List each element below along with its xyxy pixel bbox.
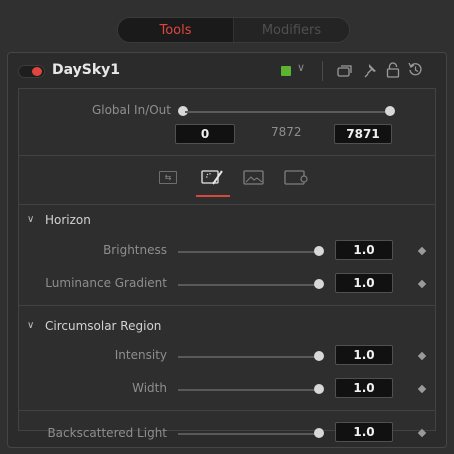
node-title[interactable]: DaySky1 [52,62,120,78]
header-divider [322,61,323,81]
brightness-field[interactable]: 1.0 [335,240,393,260]
settings-icon[interactable] [284,170,310,186]
brightness-slider-handle[interactable] [314,246,324,256]
luminance-gradient-slider[interactable] [178,284,321,286]
divider [19,204,435,205]
luminance-gradient-field[interactable]: 1.0 [335,273,393,293]
tab-tools[interactable]: Tools [118,18,233,42]
width-slider[interactable] [178,389,321,391]
chevron-down-icon[interactable]: ∨ [27,320,34,331]
width-label: Width [132,381,167,395]
backscattered-light-field[interactable]: 1.0 [335,422,393,442]
backscattered-light-slider-handle[interactable] [314,428,324,438]
intensity-slider[interactable] [178,356,321,358]
active-subtab-indicator [196,195,230,197]
section-horizon-title[interactable]: Horizon [45,213,91,227]
node-enable-toggle[interactable] [18,65,45,78]
global-duration-value: 7872 [271,125,302,139]
intensity-label: Intensity [114,348,167,362]
reset-icon[interactable] [408,62,423,77]
width-slider-handle[interactable] [314,384,324,394]
luminance-gradient-slider-handle[interactable] [314,279,324,289]
luminance-gradient-label: Luminance Gradient [45,276,167,290]
versions-icon[interactable] [337,64,353,78]
section-circumsolar-title[interactable]: Circumsolar Region [45,319,161,333]
global-range-slider[interactable] [185,111,390,113]
backscattered-light-label: Backscattered Light [47,426,167,440]
chevron-down-icon[interactable]: ∨ [297,61,305,74]
global-in-out-label: Global In/Out [91,103,171,117]
global-in-field[interactable]: 0 [175,124,235,144]
intensity-field[interactable]: 1.0 [335,345,393,365]
intensity-slider-handle[interactable] [314,351,324,361]
width-field[interactable]: 1.0 [335,378,393,398]
controls-icon[interactable]: ⇆ [159,171,177,184]
node-color-swatch[interactable] [281,66,291,76]
pin-icon[interactable] [364,63,378,78]
chevron-down-icon[interactable]: ∨ [27,214,34,225]
magic-wand-icon[interactable] [201,168,225,186]
brightness-label: Brightness [103,243,167,257]
divider [19,305,435,306]
divider [19,155,435,156]
backscattered-light-slider[interactable] [178,433,321,435]
enable-indicator-icon [32,67,42,76]
tab-modifiers[interactable]: Modifiers [233,18,349,42]
image-icon[interactable] [243,170,265,186]
brightness-slider[interactable] [178,251,321,253]
global-out-field[interactable]: 7871 [334,124,392,144]
divider [19,410,435,411]
global-out-handle[interactable] [385,106,395,116]
tool-tab-bar: Tools Modifiers [117,17,350,43]
lock-icon[interactable] [386,62,400,78]
